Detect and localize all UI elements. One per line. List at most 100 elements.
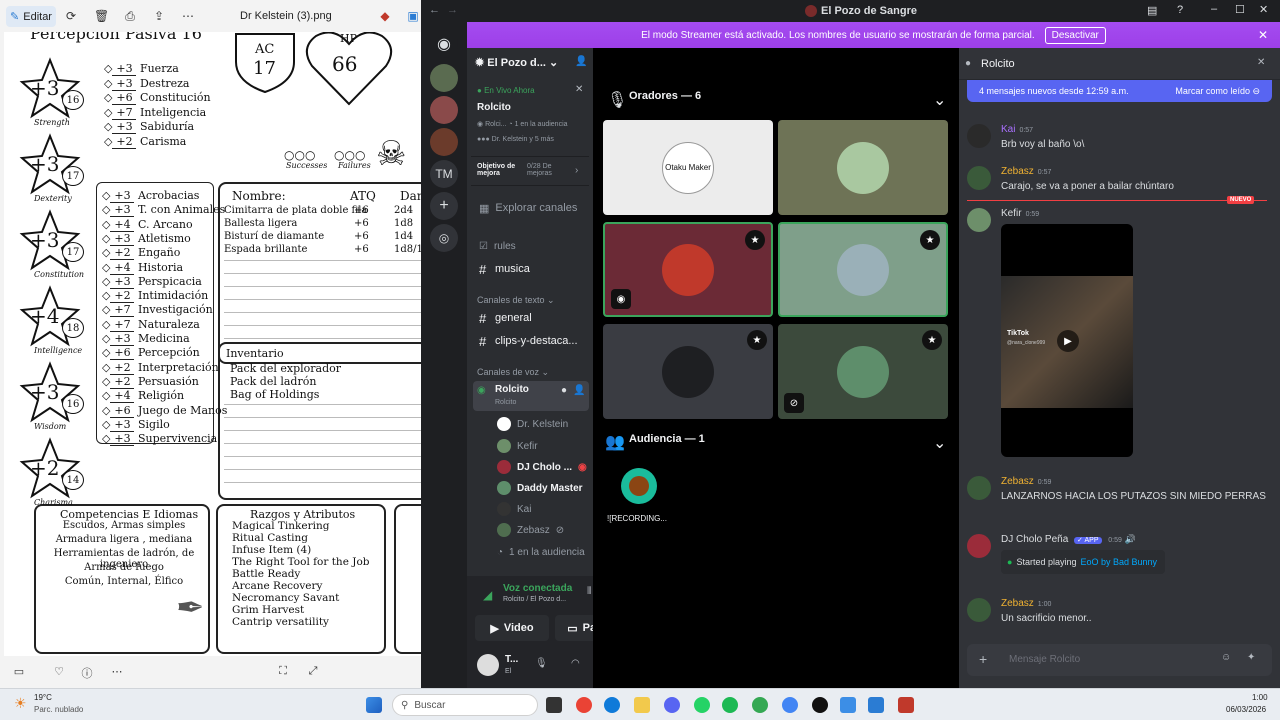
back-icon[interactable]: ← [429,4,440,16]
notepad-icon[interactable] [840,697,856,713]
more-icon[interactable]: ⋯ [181,9,195,23]
voice-channel-rolcito[interactable]: ◉ Rolcito Rolcito ● 👤 [473,381,589,411]
copilot-icon[interactable]: ◆ [378,9,392,23]
category-text[interactable]: Canales de texto ⌄ [477,295,555,306]
whatsapp-icon[interactable] [694,697,710,713]
explorer-icon[interactable] [634,697,650,713]
fit-icon[interactable]: ⛶ [276,665,290,679]
channel-clips[interactable]: # clips-y-destaca... [479,332,589,350]
category-voice[interactable]: Canales de voz ⌄ [477,367,549,378]
chat-icon[interactable]: ● [561,385,567,396]
speaker-tile-4[interactable]: ★ [778,222,948,317]
server-name[interactable]: ✹ El Pozo d... ⌄ [475,56,558,69]
edit-button[interactable]: ✎ Editar [6,6,56,27]
voice-audience[interactable]: ◔ 1 en la audiencia [497,543,585,561]
banner-close-icon[interactable]: ✕ [1258,28,1268,42]
discover-icon[interactable]: ◎ [430,224,458,252]
rotate-icon[interactable]: ⟳ [64,9,78,23]
user-avatar[interactable] [477,654,499,676]
server-icon-tm[interactable]: TM [430,160,458,188]
avatar[interactable] [967,124,991,148]
windows-start-icon[interactable] [366,697,382,713]
voice-connected-sub[interactable]: Rolcito / El Pozo d... [503,596,566,603]
live-close-icon[interactable]: ✕ [575,84,583,95]
video-button[interactable]: ▶ Video [475,615,549,641]
print-icon[interactable]: ⎙ [123,9,137,23]
maximize-icon[interactable]: ☐ [1235,3,1245,16]
explore-channels[interactable]: ▦ Explorar canales [479,199,589,217]
chrome-profile2-icon[interactable] [782,697,798,713]
invite-icon[interactable]: 👤 [575,56,587,67]
voice-user-2[interactable]: Kefir [497,437,538,455]
server-icon-2[interactable] [430,96,458,124]
more-icon[interactable]: ⋯ [110,665,124,679]
weather-temp[interactable]: 19°C [34,693,52,702]
speaker-tile-6[interactable]: ★ ⊘ [778,324,948,419]
collapse-icon[interactable]: ⌄ [933,433,946,453]
mark-read-button[interactable]: Marcar como leído ⊖ [1175,86,1260,97]
minimize-icon[interactable]: – [1211,3,1217,15]
share-icon[interactable]: ⇪ [152,9,166,23]
play-icon[interactable]: ▶ [1057,330,1079,352]
message-input[interactable]: + Mensaje Rolcito ☺ ✦ [967,644,1272,676]
voice-user-5[interactable]: Kai [497,500,531,518]
new-messages-bar[interactable]: 4 mensajes nuevos desde 12:59 a.m. Marca… [967,80,1272,102]
noise-icon[interactable]: ⦀ [587,586,591,597]
clock-time[interactable]: 1:00 [1252,693,1268,702]
apps-icon[interactable]: ✦ [1247,652,1255,663]
avatar[interactable] [967,598,991,622]
filmstrip-icon[interactable]: ▭ [12,665,26,679]
channel-musica[interactable]: # musica [479,260,589,278]
avatar[interactable] [967,166,991,190]
tiktok-video[interactable]: TikTok @nara_clone999 ▶ [1001,224,1133,457]
server-icon-1[interactable] [430,64,458,92]
deactivate-button[interactable]: Desactivar [1044,26,1106,44]
voice-user-6[interactable]: Zebasz ⊘ [497,521,564,539]
spotify-taskbar-icon[interactable] [722,697,738,713]
add-member-icon[interactable]: 👤 [573,385,585,396]
weather-icon[interactable]: ☀ [14,695,27,712]
chrome-icon[interactable] [576,697,592,713]
channel-general[interactable]: # general [479,309,589,327]
taskbar-search[interactable]: ⚲ Buscar [392,694,538,716]
collapse-icon[interactable]: ⌄ [933,90,946,110]
close-chat-icon[interactable]: ✕ [1257,57,1265,68]
taskview-icon[interactable] [546,697,562,713]
voice-user-4[interactable]: Daddy Master [497,479,583,497]
close-icon[interactable]: ✕ [1259,3,1268,16]
emoji-icon[interactable]: ☺ [1221,652,1231,663]
live-channel[interactable]: Rolcito [477,102,511,113]
photos-icon[interactable]: ▣ [406,9,420,23]
speaker-tile-1[interactable]: Otaku Maker [603,120,773,215]
add-attachment-icon[interactable]: + [979,651,987,667]
voice-user-1[interactable]: Dr. Kelstein [497,415,568,433]
avatar[interactable] [967,476,991,500]
snipping-icon[interactable] [898,697,914,713]
favorite-icon[interactable]: ♡ [52,665,66,679]
inbox-icon[interactable]: ▤ [1147,4,1157,17]
audience-avatar[interactable] [621,468,657,504]
server-icon-3[interactable] [430,128,458,156]
app-icon[interactable] [812,697,828,713]
fullscreen-icon[interactable]: ⤢ [306,665,320,679]
discord-home-icon[interactable]: ◉ [430,30,458,58]
forward-icon[interactable]: → [447,4,458,16]
channel-rules[interactable]: ☑ rules [479,237,589,255]
chrome-profile-icon[interactable] [752,697,768,713]
avatar[interactable] [967,534,991,558]
photos-taskbar-icon[interactable] [868,697,884,713]
edge-icon[interactable] [604,697,620,713]
speaker-tile-3[interactable]: ★ ◉ [603,222,773,317]
delete-icon[interactable]: 🗑 [94,9,109,23]
avatar[interactable] [967,208,991,232]
info-icon[interactable]: ⓘ [80,665,94,680]
headset-icon[interactable]: ◠ [571,658,580,669]
add-server-icon[interactable]: + [430,192,458,220]
boost-goal[interactable]: Objetivo de mejora 0/28 De mejoras › [471,156,589,186]
mic-icon[interactable]: 🎙 [535,658,548,669]
voice-user-3[interactable]: DJ Cholo ... ◉ [497,458,587,476]
clock-date[interactable]: 06/03/2026 [1226,705,1266,714]
speaker-tile-2[interactable] [778,120,948,215]
speaker-tile-5[interactable]: ★ [603,324,773,419]
help-icon[interactable]: ? [1177,4,1183,16]
